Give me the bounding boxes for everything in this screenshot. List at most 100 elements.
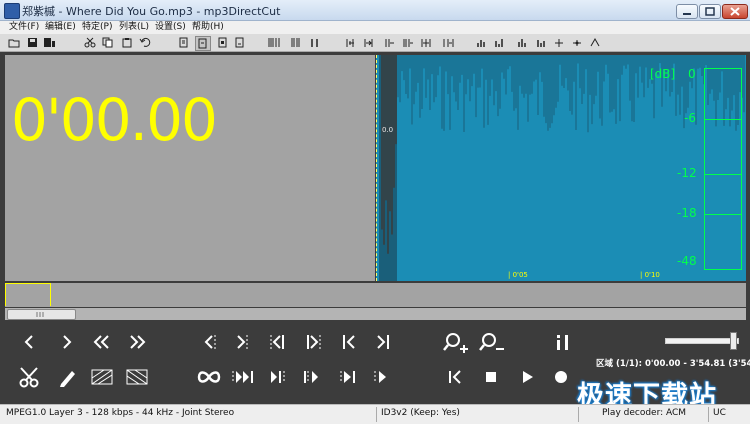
next-button[interactable]: [54, 329, 80, 355]
loop-button[interactable]: [196, 364, 222, 390]
app-icon: [4, 3, 20, 19]
level-icon[interactable]: [536, 37, 548, 48]
level-icon[interactable]: [476, 37, 488, 48]
record-icon: [555, 371, 567, 383]
volume-slider-knob[interactable]: [730, 332, 737, 350]
overview-strip[interactable]: [5, 283, 746, 307]
menu-help[interactable]: 帮助(H): [192, 21, 224, 34]
marker-icon[interactable]: [420, 37, 432, 48]
skip-forward-icon: [377, 335, 389, 349]
fast-back-button[interactable]: [89, 329, 115, 355]
menu-special[interactable]: 特定(P): [82, 21, 112, 34]
double-right-icon: [130, 335, 146, 349]
select-start-button[interactable]: [265, 329, 291, 355]
marker-icon[interactable]: [363, 37, 375, 48]
fade-out-icon: [126, 369, 148, 385]
bracket-left-icon: [270, 335, 284, 349]
time-mark: | 0'10: [640, 271, 660, 279]
paste-icon[interactable]: [121, 37, 133, 48]
zoom-in-button[interactable]: [442, 329, 468, 355]
play-end-icon: [340, 371, 355, 383]
zoom-out-button[interactable]: [478, 329, 504, 355]
level-icon[interactable]: [571, 37, 583, 48]
play-button[interactable]: [514, 364, 540, 390]
level-icon[interactable]: [517, 37, 529, 48]
status-tag: ID3v2 (Keep: Yes): [381, 408, 460, 418]
marker-icon[interactable]: [384, 37, 396, 48]
marker-icon[interactable]: [442, 37, 454, 48]
page-small-icon[interactable]: [234, 37, 246, 48]
status-mode: UC: [713, 408, 726, 418]
info-button[interactable]: [550, 329, 576, 355]
open-icon[interactable]: [8, 37, 20, 48]
save-split-icon[interactable]: [43, 37, 55, 48]
undo-icon[interactable]: [139, 37, 151, 48]
page-alt-icon[interactable]: [217, 37, 229, 48]
minimize-icon: [683, 13, 691, 15]
bracket-right-icon: [307, 335, 321, 349]
cut-button[interactable]: [17, 364, 43, 390]
page-pressed-button[interactable]: [195, 36, 211, 51]
bars-icon[interactable]: [268, 37, 280, 48]
fade-out-button[interactable]: [124, 364, 150, 390]
menu-settings[interactable]: 设置(S): [155, 21, 186, 34]
record-button[interactable]: [548, 364, 574, 390]
play-region-button[interactable]: [230, 364, 256, 390]
status-format: MPEG1.0 Layer 3 - 128 kbps - 44 kHz - Jo…: [6, 408, 235, 418]
play-end-button[interactable]: [336, 364, 362, 390]
horizontal-scrollbar[interactable]: [5, 308, 746, 320]
restore-button[interactable]: [699, 4, 721, 19]
copy-icon[interactable]: [102, 37, 114, 48]
bars-double-icon[interactable]: [290, 37, 302, 48]
cut-icon[interactable]: [84, 37, 96, 48]
pen-icon: [60, 371, 75, 387]
zero-level-label: 0.0: [382, 126, 394, 134]
prev-button[interactable]: [17, 329, 43, 355]
menu-edit[interactable]: 编辑(E): [45, 21, 76, 34]
skip-start-icon: [449, 370, 461, 384]
status-decoder: Play decoder: ACM: [602, 408, 687, 418]
restore-icon: [705, 7, 715, 16]
marker-icon[interactable]: [345, 37, 357, 48]
menu-file[interactable]: 文件(F): [9, 21, 39, 34]
time-mark: | 0'05: [508, 271, 528, 279]
pause-icon[interactable]: [309, 37, 321, 48]
stop-button[interactable]: [478, 364, 504, 390]
scrollbar-thumb[interactable]: [7, 309, 76, 320]
overview-selection[interactable]: [5, 283, 51, 306]
skip-start-button[interactable]: [336, 329, 362, 355]
close-button[interactable]: [722, 4, 748, 19]
db-unit-label: [dB]: [650, 67, 676, 81]
skip-end-button[interactable]: [370, 329, 396, 355]
menu-list[interactable]: 列表(L): [119, 21, 149, 34]
volume-slider[interactable]: [665, 332, 739, 350]
goto-start-marker-button[interactable]: [196, 329, 222, 355]
level-icon[interactable]: [589, 37, 601, 48]
level-icon[interactable]: [494, 37, 506, 48]
goto-start-button[interactable]: [442, 364, 468, 390]
minimize-button[interactable]: [676, 4, 698, 19]
play-selection-button[interactable]: [370, 364, 396, 390]
save-icon[interactable]: [27, 37, 39, 48]
fast-forward-button[interactable]: [124, 329, 150, 355]
play-from-marker-button[interactable]: [300, 364, 326, 390]
edit-button[interactable]: [54, 364, 80, 390]
level-meter: [704, 68, 742, 270]
status-bar: MPEG1.0 Layer 3 - 128 kbps - 44 kHz - Jo…: [0, 404, 750, 424]
fade-in-button[interactable]: [89, 364, 115, 390]
toolbar: [0, 34, 750, 52]
dotted-left-icon: [204, 335, 216, 349]
select-end-button[interactable]: [300, 329, 326, 355]
marker-icon[interactable]: [402, 37, 414, 48]
grip-icon: [36, 312, 44, 317]
page-icon[interactable]: [178, 37, 190, 48]
play-selection-icon: [374, 371, 386, 383]
playback-cursor[interactable]: [376, 55, 377, 281]
level-icon[interactable]: [553, 37, 565, 48]
page-pressed-icon: [198, 38, 207, 49]
status-divider: [578, 407, 579, 422]
scissors-icon: [19, 367, 39, 388]
goto-end-marker-button[interactable]: [230, 329, 256, 355]
play-to-marker-button[interactable]: [265, 364, 291, 390]
fade-in-icon: [91, 369, 113, 385]
